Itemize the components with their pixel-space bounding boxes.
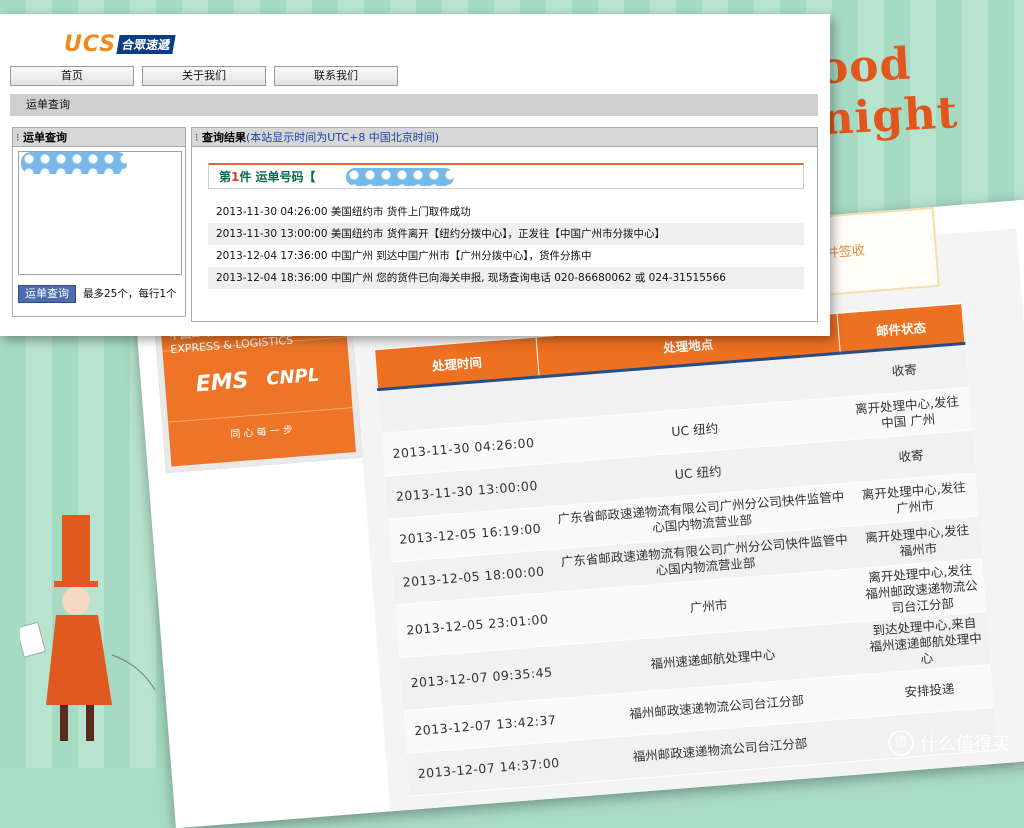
ucs-tracking-page: UCS 合眾速遞 首页 关于我们 联系我们 运单查询 运单查询 运单查询 最多2…	[0, 14, 830, 336]
item-prefix: 第	[219, 170, 232, 184]
watermark-icon: 值	[888, 730, 914, 756]
limit-note: 最多25个，每行1个	[83, 288, 177, 300]
redacted-waybill-mask	[21, 152, 127, 174]
breadcrumb: 运单查询	[10, 94, 818, 116]
waybill-header: 第1件 运单号码【】	[208, 163, 804, 189]
watermark: 值 什么值得买	[888, 730, 1010, 756]
tracking-event-row: 2013-11-30 04:26:00 美国纽约市 货件上门取件成功	[216, 206, 471, 218]
nav-contact[interactable]: 联系我们	[274, 66, 398, 86]
redacted-waybill-number-mask	[346, 168, 454, 186]
ems-tracking-table: 处理时间 处理地点 邮件状态 收寄 2013-11-30 04:26:00 UC 纽…	[374, 303, 997, 797]
query-button[interactable]: 运单查询	[18, 285, 76, 303]
ems-status-cell: 离开处理中心,发往福州邮政速递物流公司台江分部	[857, 558, 986, 622]
item-label: 件 运单号码【	[239, 170, 316, 184]
query-panel: 运单查询 最多25个，每行1个	[12, 147, 186, 317]
nav-about[interactable]: 关于我们	[142, 66, 266, 86]
nav-home[interactable]: 首页	[10, 66, 134, 86]
ems-brand: EMS	[194, 367, 250, 397]
ucs-logo-text: UCS	[64, 32, 117, 57]
greeting-text: ood night	[817, 38, 960, 146]
tracking-event-row: 2013-12-04 18:36:00 中国广州 您的货件已向海关申报, 现场查…	[208, 267, 804, 289]
query-panel-title: 运单查询	[12, 127, 186, 148]
result-panel-title: 查询结果(本站显示时间为UTC+8 中国北京时间)	[191, 127, 818, 148]
ems-status-cell: 到达处理中心,来自福州速递邮航处理中心	[861, 611, 991, 675]
result-panel: 第1件 运单号码【】 2013-11-30 04:26:00 美国纽约市 货件上…	[191, 147, 818, 322]
tracking-event-row: 2013-12-04 17:36:00 中国广州 到达中国广州市【广州分拨中心】…	[216, 250, 592, 262]
cartoon-figure	[20, 515, 156, 741]
ucs-logo: UCS 合眾速遞	[64, 32, 176, 57]
result-title: 查询结果	[202, 131, 246, 144]
timezone-note: (本站显示时间为UTC+8 中国北京时间)	[246, 131, 440, 144]
tracking-event-row: 2013-11-30 13:00:00 美国纽约市 货件离开【纽约分拨中心】，正…	[208, 223, 804, 245]
cnpl-brand: CNPL	[265, 364, 320, 390]
watermark-text: 什么值得买	[920, 734, 1010, 755]
main-nav: 首页 关于我们 联系我们	[10, 66, 398, 86]
ucs-logo-cn: 合眾速遞	[116, 35, 176, 54]
